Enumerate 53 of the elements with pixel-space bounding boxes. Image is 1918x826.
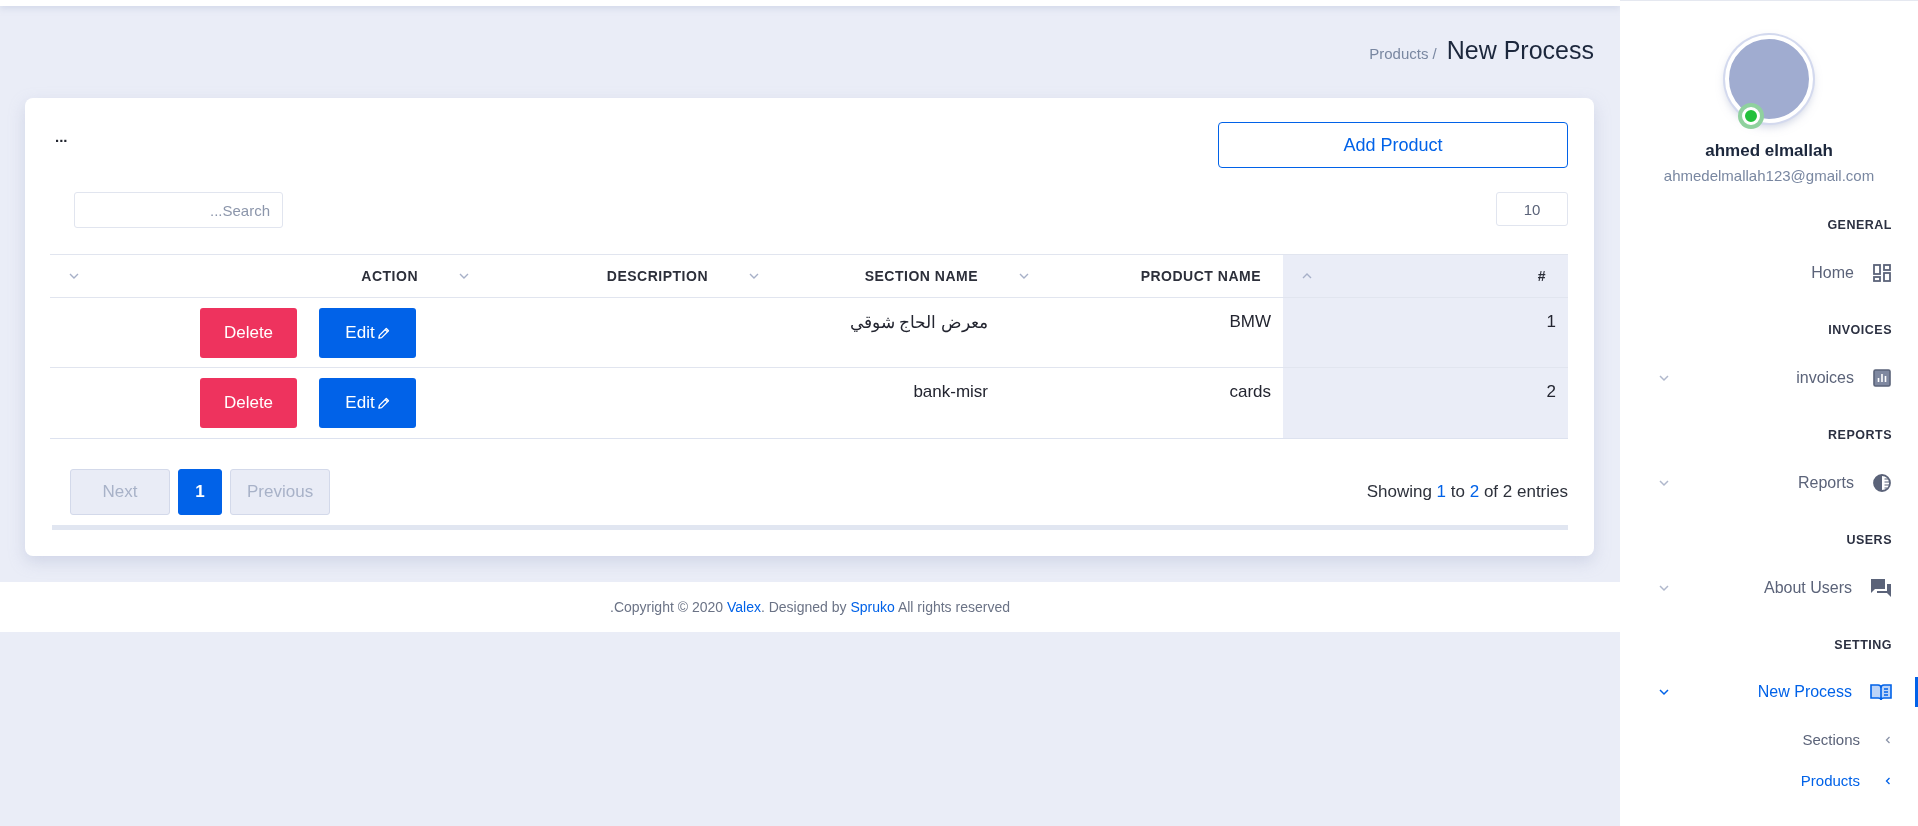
entries-info: Showing 1 to 2 of 2 entries	[1366, 482, 1568, 502]
user-email: ahmedelmallah123@gmail.com	[1663, 167, 1875, 184]
page-title: New Process	[1446, 36, 1594, 65]
chat-icon	[1870, 578, 1892, 598]
column-header[interactable]: SECTION NAME	[730, 255, 1000, 298]
sort-icon	[68, 272, 80, 280]
table-cell: bank-misr	[913, 382, 988, 401]
spruko-link[interactable]: Spruko	[850, 599, 895, 615]
sidebar-item[interactable]: About Users	[1646, 572, 1918, 604]
add-product-button[interactable]: Add Product	[1218, 122, 1568, 168]
table-cell: cards	[1229, 382, 1271, 401]
book-icon	[1870, 683, 1892, 701]
chevron-left-icon	[1884, 734, 1892, 745]
submenu-item[interactable]: Sections	[1802, 731, 1892, 748]
edit-button[interactable]: Edit	[319, 308, 416, 358]
user-name: ahmed elmallah	[1705, 141, 1833, 161]
column-header[interactable]: #	[1283, 255, 1568, 298]
edit-button[interactable]: Edit	[319, 378, 416, 428]
more-menu[interactable]: ...	[55, 128, 68, 145]
column-header[interactable]: DESCRIPTION	[440, 255, 730, 298]
pagination-button[interactable]: 1	[178, 469, 222, 515]
section-title: USERS	[1846, 533, 1892, 547]
pencil-icon	[376, 396, 390, 410]
dashboard-icon	[1872, 263, 1892, 283]
section-title: REPORTS	[1828, 428, 1892, 442]
section-title: SETTING	[1834, 638, 1892, 652]
sidebar-item[interactable]: New Process	[1646, 677, 1918, 707]
submenu-item[interactable]: Products	[1800, 772, 1892, 789]
delete-button[interactable]: Delete	[200, 308, 297, 358]
bar-chart-icon	[1872, 368, 1892, 388]
page-size-field[interactable]: 10	[1496, 192, 1568, 226]
delete-button[interactable]: Delete	[200, 378, 297, 428]
section-title: INVOICES	[1828, 323, 1892, 337]
sort-icon	[1018, 272, 1030, 280]
pencil-icon	[376, 326, 390, 340]
sidebar-item[interactable]: Home	[1646, 257, 1918, 289]
sort-icon	[1301, 272, 1313, 280]
pie-chart-icon	[1872, 473, 1892, 493]
table-cell: معرض الحاج شوقي	[849, 313, 988, 332]
sort-icon	[458, 272, 470, 280]
valex-link[interactable]: Valex	[726, 599, 761, 615]
breadcrumb-link[interactable]: Products /	[1369, 45, 1437, 62]
table-cell: BMW	[1229, 312, 1271, 331]
sidebar-item[interactable]: Reports	[1646, 467, 1918, 499]
sort-icon	[748, 272, 760, 280]
sidebar-item[interactable]: invoices	[1646, 362, 1918, 394]
column-header[interactable]: ACTION	[50, 255, 440, 298]
table-cell: 2	[1546, 382, 1556, 401]
chevron-left-icon	[1884, 775, 1892, 786]
section-title: GENERAL	[1827, 218, 1892, 232]
table-cell: 1	[1546, 312, 1556, 331]
copyright-text: .Copyright © 2020 Valex. Designed by Spruko All rights reserved	[610, 599, 1010, 615]
search-field[interactable]: ...Search	[74, 192, 283, 228]
